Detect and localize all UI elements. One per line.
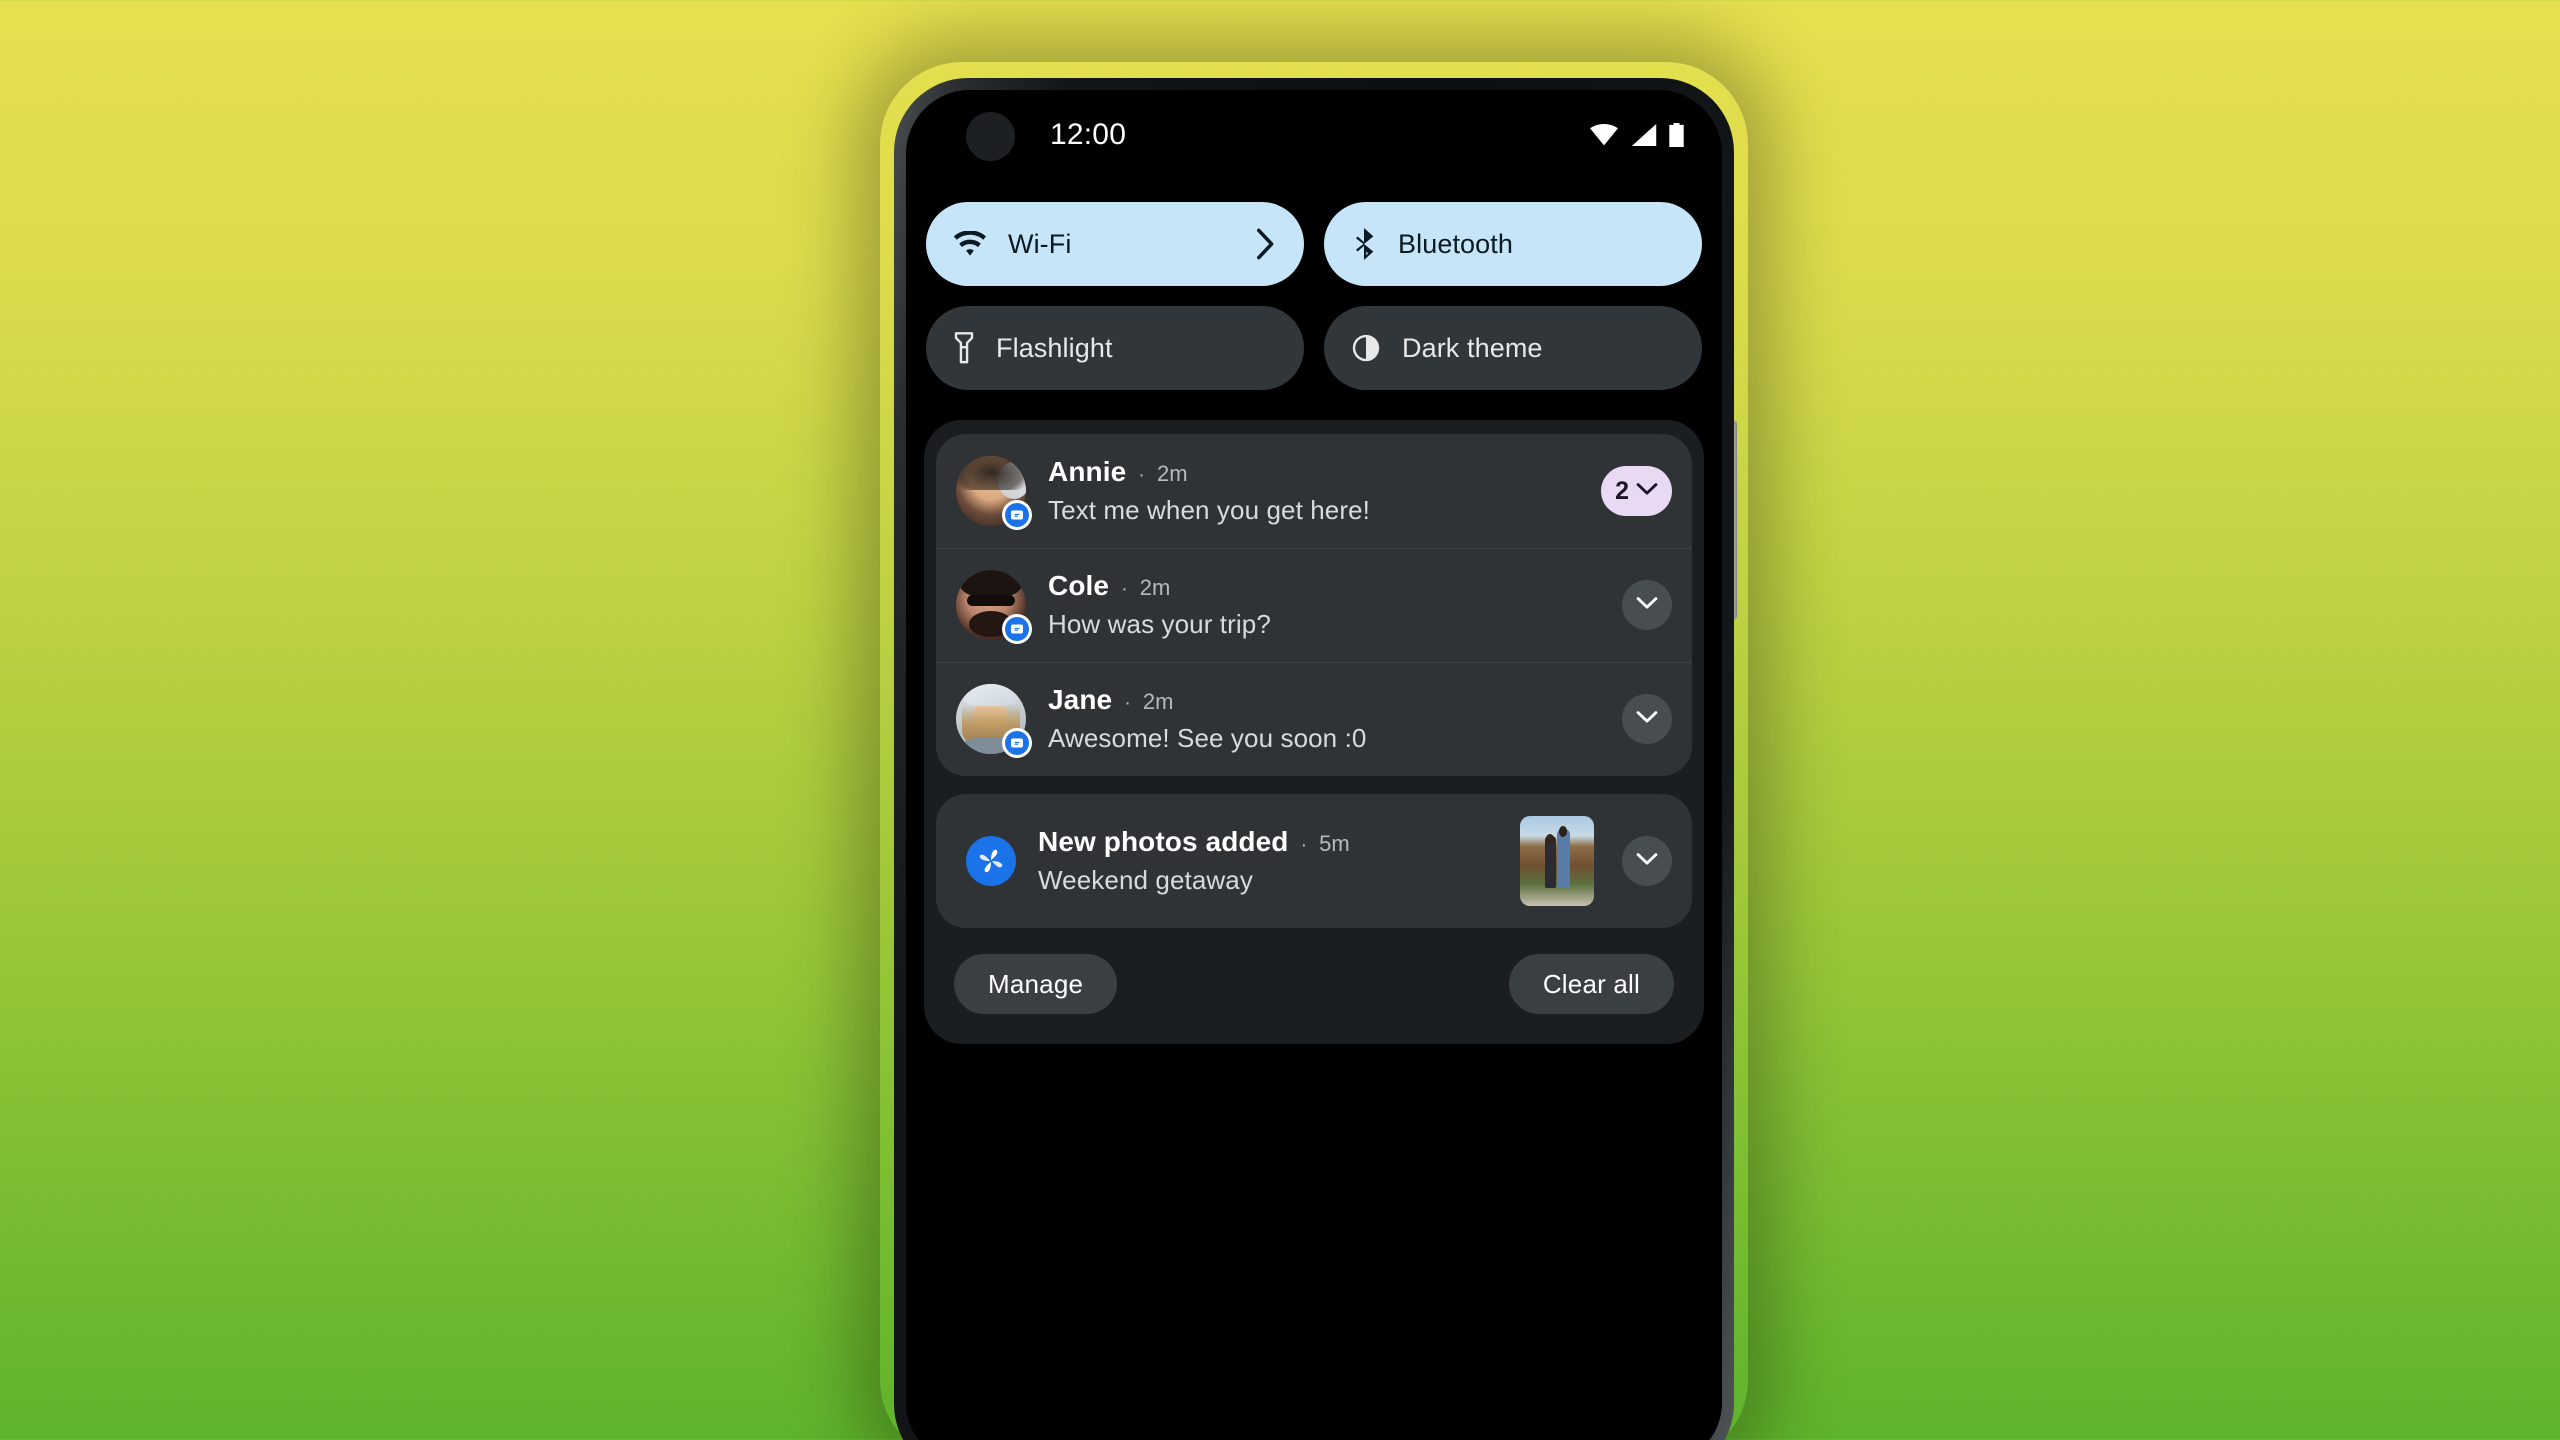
quick-tile-label: Dark theme: [1402, 332, 1543, 363]
messages-app-badge: [1002, 500, 1032, 530]
notification-row[interactable]: Jane · 2m Awesome! See you soon :0: [936, 662, 1692, 776]
messages-app-badge: [1002, 728, 1032, 758]
notification-message: Text me when you get here!: [1048, 495, 1371, 525]
screen: 12:00 Wi-Fi Bluetooth Flashlight Dark th…: [906, 90, 1722, 1440]
notification-row[interactable]: New photos added · 5m Weekend getaway: [936, 794, 1692, 928]
notification-header: New photos added · 5m: [1038, 826, 1498, 858]
expand-button[interactable]: [1622, 694, 1672, 744]
notification-timestamp: 2m: [1142, 689, 1174, 714]
expand-button[interactable]: [1622, 836, 1672, 886]
notification-timestamp: 2m: [1139, 575, 1171, 600]
phone-screen-bezel: 12:00 Wi-Fi Bluetooth Flashlight Dark th…: [906, 90, 1722, 1440]
notification-title: New photos added: [1038, 826, 1289, 857]
notification-message: Weekend getaway: [1038, 865, 1253, 895]
notification-sender: Cole: [1048, 570, 1110, 601]
chevron-right-icon[interactable]: [1256, 228, 1276, 260]
expand-button[interactable]: [1622, 580, 1672, 630]
avatar: [956, 570, 1032, 644]
quick-tile-flashlight[interactable]: Flashlight: [926, 306, 1304, 390]
expand-button[interactable]: 2: [1601, 466, 1672, 516]
chevron-down-icon: [1636, 710, 1658, 729]
avatar: [956, 456, 1032, 530]
quick-tile-label: Wi-Fi: [1008, 228, 1072, 259]
quick-tile-label: Flashlight: [996, 332, 1113, 363]
notification-content: Annie · 2m Text me when you get here!: [1048, 456, 1579, 526]
separator-dot: ·: [1121, 578, 1128, 600]
notification-sender: Jane: [1048, 684, 1113, 715]
notification-count-badge: 2: [1615, 476, 1629, 505]
status-bar-clock: 12:00: [1050, 118, 1127, 151]
notification-group-conversations: Annie · 2m Text me when you get here! 2: [936, 434, 1692, 776]
quick-tile-bluetooth[interactable]: Bluetooth: [1324, 202, 1702, 286]
notification-sender: Annie: [1048, 456, 1127, 487]
notification-message: Awesome! See you soon :0: [1048, 723, 1367, 753]
phone-device: 12:00 Wi-Fi Bluetooth Flashlight Dark th…: [894, 78, 1734, 1440]
notification-content: Cole · 2m How was your trip?: [1048, 570, 1600, 640]
manage-button[interactable]: Manage: [954, 954, 1118, 1014]
flashlight-icon: [954, 332, 974, 364]
notification-timestamp: 2m: [1156, 461, 1188, 486]
photos-app-icon: [966, 836, 1016, 886]
weekend-getaway-thumbnail[interactable]: [1520, 816, 1594, 906]
notification-header: Annie · 2m: [1048, 456, 1579, 488]
quick-settings-grid: Wi-Fi Bluetooth Flashlight Dark theme: [922, 180, 1706, 390]
clear-all-button[interactable]: Clear all: [1508, 954, 1674, 1014]
notification-message: How was your trip?: [1048, 609, 1271, 639]
notification-timestamp: 5m: [1319, 831, 1350, 856]
separator-dot: ·: [1300, 834, 1308, 856]
notification-content: New photos added · 5m Weekend getaway: [1038, 826, 1498, 896]
notification-header: Jane · 2m: [1048, 684, 1600, 716]
notification-header: Cole · 2m: [1048, 570, 1600, 602]
notification-row[interactable]: Cole · 2m How was your trip?: [936, 548, 1692, 662]
chevron-down-icon: [1636, 596, 1658, 615]
wifi-icon: [1589, 124, 1619, 146]
chevron-down-icon: [1636, 482, 1658, 501]
avatar: [956, 684, 1032, 758]
wifi-icon: [954, 231, 986, 257]
status-bar-icons: [1589, 123, 1684, 147]
dark-theme-icon: [1352, 334, 1380, 362]
separator-dot: ·: [1138, 464, 1145, 486]
cellular-signal-icon: [1630, 124, 1658, 146]
chevron-down-icon: [1636, 852, 1658, 871]
quick-tile-dark-theme[interactable]: Dark theme: [1324, 306, 1702, 390]
notification-row[interactable]: Annie · 2m Text me when you get here! 2: [936, 434, 1692, 548]
notification-group-photos: New photos added · 5m Weekend getaway: [936, 794, 1692, 928]
status-bar: 12:00: [922, 90, 1706, 180]
notification-content: Jane · 2m Awesome! See you soon :0: [1048, 684, 1600, 754]
messages-app-badge: [1002, 614, 1032, 644]
notification-shade: Annie · 2m Text me when you get here! 2: [924, 420, 1704, 1044]
quick-tile-label: Bluetooth: [1398, 228, 1513, 259]
bluetooth-icon: [1352, 228, 1376, 260]
camera-cutout: [966, 112, 1015, 161]
shade-footer: Manage Clear all: [936, 928, 1692, 1044]
battery-icon: [1669, 123, 1684, 147]
quick-tile-wifi[interactable]: Wi-Fi: [926, 202, 1304, 286]
separator-dot: ·: [1124, 692, 1131, 714]
